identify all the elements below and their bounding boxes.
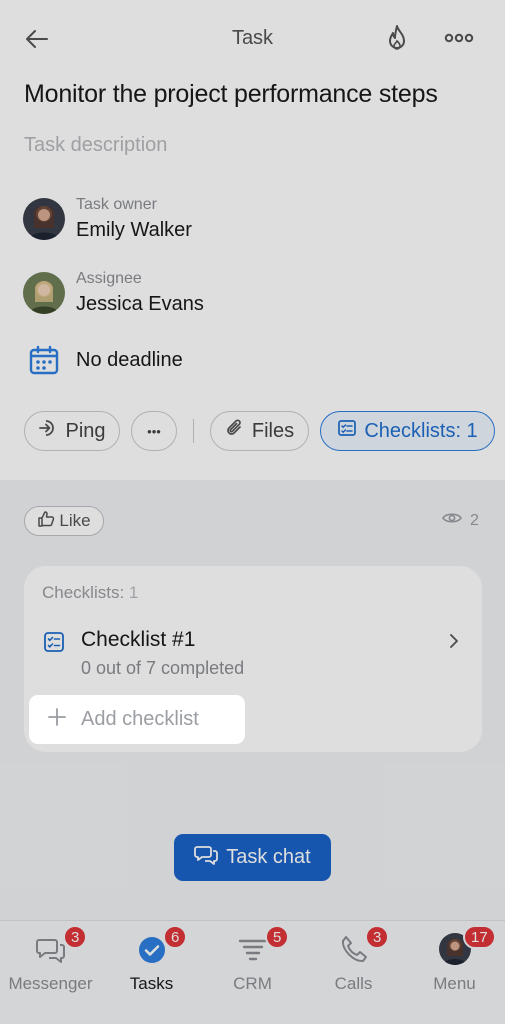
chevron-right-icon[interactable] bbox=[446, 631, 462, 651]
tab-crm[interactable]: 5 CRM bbox=[202, 921, 303, 1024]
more-actions-label: ••• bbox=[147, 423, 161, 439]
views-count: 2 bbox=[470, 511, 479, 529]
files-label: Files bbox=[251, 419, 295, 442]
page-title: Task bbox=[231, 27, 274, 49]
task-chat-label: Task chat bbox=[226, 846, 311, 868]
tab-label: Menu bbox=[433, 974, 476, 993]
task-chat-button[interactable]: Task chat bbox=[174, 834, 331, 881]
more-actions-button[interactable]: ••• bbox=[131, 411, 177, 451]
paperclip-icon bbox=[225, 418, 245, 444]
calendar-icon bbox=[28, 344, 60, 376]
like-label: Like bbox=[59, 511, 91, 530]
task-title[interactable]: Monitor the project performance steps bbox=[24, 80, 438, 109]
tab-label: CRM bbox=[233, 974, 272, 993]
ping-button[interactable]: Ping bbox=[24, 411, 120, 451]
add-checklist-button[interactable]: Add checklist bbox=[29, 695, 245, 744]
thumbs-up-icon bbox=[37, 510, 55, 533]
checklists-button[interactable]: Checklists: 1 bbox=[320, 411, 495, 451]
eye-icon bbox=[442, 511, 462, 530]
owner-avatar bbox=[23, 198, 65, 240]
tab-messenger[interactable]: 3 Messenger bbox=[0, 921, 101, 1024]
chat-icon bbox=[194, 844, 219, 872]
task-description-field[interactable]: Task description bbox=[24, 134, 167, 157]
tab-label: Messenger bbox=[8, 974, 93, 993]
checklists-heading-count: 1 bbox=[128, 583, 139, 602]
owner-name[interactable]: Emily Walker bbox=[76, 219, 192, 242]
deadline-field[interactable]: No deadline bbox=[76, 349, 183, 372]
menu-badge: 17 bbox=[463, 925, 496, 949]
checklist-item-icon bbox=[43, 631, 65, 653]
like-button[interactable]: Like bbox=[24, 506, 104, 536]
tasks-badge: 6 bbox=[163, 925, 188, 949]
assignee-label: Assignee bbox=[76, 270, 142, 287]
tab-menu[interactable]: 17 Menu bbox=[404, 921, 505, 1024]
crm-badge: 5 bbox=[265, 925, 290, 949]
assignee-avatar bbox=[23, 272, 65, 314]
flame-icon[interactable] bbox=[383, 23, 411, 53]
ping-icon bbox=[38, 418, 58, 444]
tab-label: Tasks bbox=[129, 974, 174, 993]
checklist-item-progress: 0 out of 7 completed bbox=[81, 658, 245, 678]
tab-tasks[interactable]: 6 Tasks bbox=[101, 921, 202, 1024]
ping-label: Ping bbox=[65, 419, 106, 442]
checklist-icon bbox=[337, 418, 357, 444]
checklists-label: Checklists: 1 bbox=[364, 419, 478, 442]
checklists-card-heading: Checklists: 1 bbox=[42, 583, 138, 603]
messenger-badge: 3 bbox=[63, 925, 88, 949]
views-counter: 2 bbox=[442, 511, 479, 530]
calls-badge: 3 bbox=[365, 925, 390, 949]
actions-divider bbox=[193, 419, 194, 443]
plus-icon bbox=[47, 707, 67, 733]
owner-label: Task owner bbox=[76, 196, 157, 213]
more-options-icon[interactable] bbox=[442, 28, 476, 48]
tab-calls[interactable]: 3 Calls bbox=[303, 921, 404, 1024]
checklists-heading-label: Checklists: bbox=[42, 583, 125, 602]
add-checklist-label: Add checklist bbox=[81, 708, 199, 730]
assignee-name[interactable]: Jessica Evans bbox=[76, 293, 204, 316]
tab-label: Calls bbox=[334, 974, 373, 993]
files-button[interactable]: Files bbox=[210, 411, 309, 451]
checklist-item-name[interactable]: Checklist #1 bbox=[81, 628, 195, 652]
bottom-navigation: 3 Messenger 6 Tasks 5 CRM 3 Calls 17 Men… bbox=[0, 920, 505, 1024]
